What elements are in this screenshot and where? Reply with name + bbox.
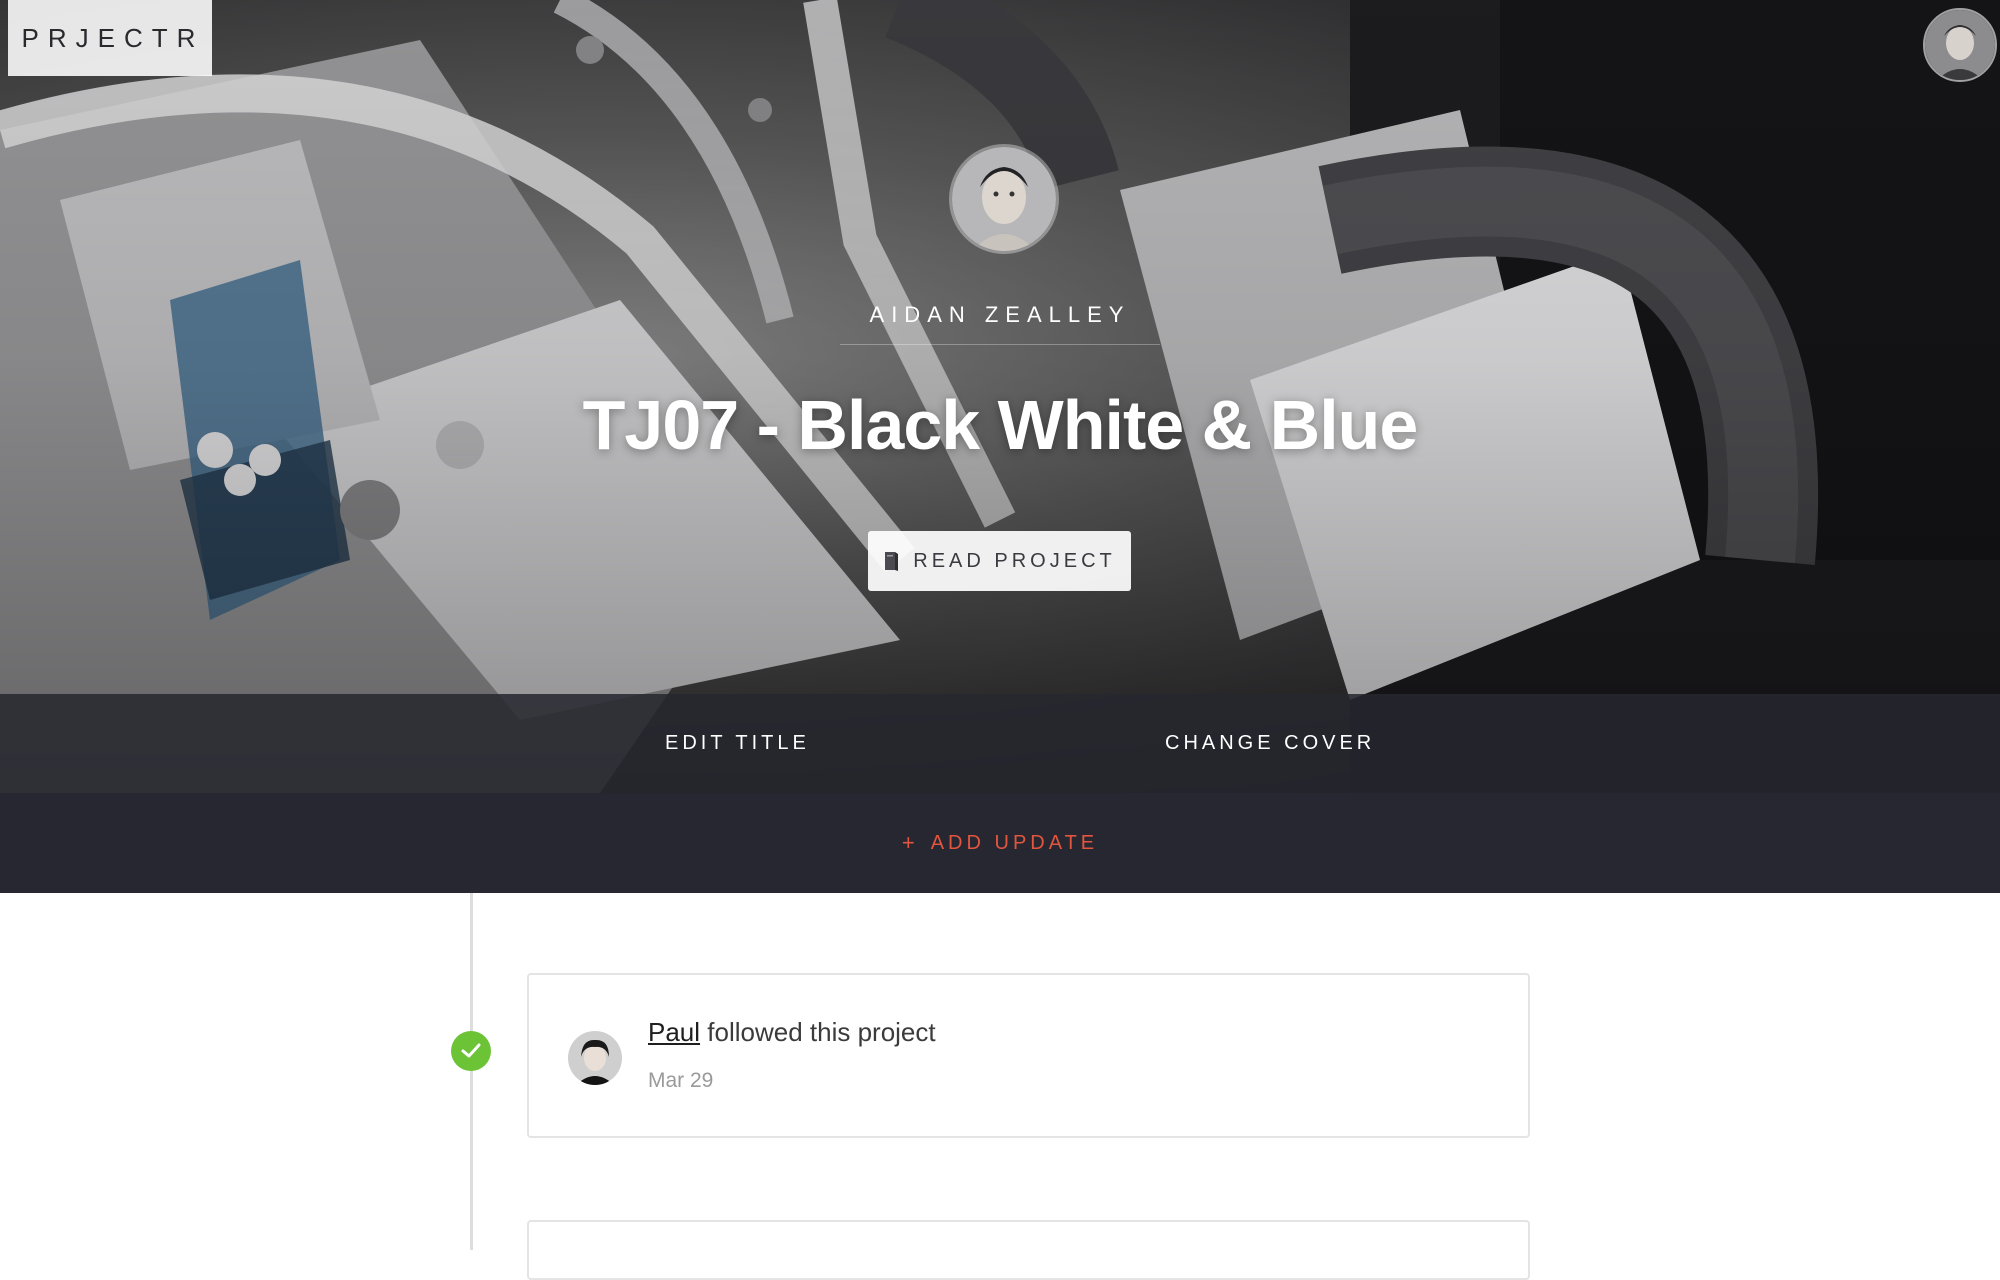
timeline-item-next — [527, 1220, 1530, 1280]
project-cover-hero: PRJECTR AIDAN ZEALLEY TJ07 - Black White… — [0, 0, 2000, 793]
book-icon — [885, 552, 899, 571]
read-project-label: READ PROJECT — [913, 549, 1116, 572]
plus-icon: + — [901, 830, 915, 855]
account-avatar-button[interactable] — [1923, 8, 1997, 82]
add-update-label: ADD UPDATE — [930, 831, 1099, 854]
checkmark-icon — [461, 1043, 481, 1058]
author-avatar-icon — [952, 147, 1056, 251]
follower-avatar[interactable] — [568, 1031, 622, 1085]
user-avatar-icon — [1925, 10, 1995, 80]
timeline-line — [470, 893, 473, 1250]
author-avatar[interactable] — [949, 144, 1059, 254]
activity-action: followed this project — [707, 1017, 936, 1047]
add-update-button[interactable]: + ADD UPDATE — [0, 793, 2000, 893]
edit-title-button[interactable]: EDIT TITLE — [665, 694, 810, 793]
change-cover-button[interactable]: CHANGE COVER — [1165, 694, 1375, 793]
timeline-status-dot — [451, 1031, 491, 1071]
activity-user-link[interactable]: Paul — [648, 1017, 700, 1047]
edit-toolbar: EDIT TITLE CHANGE COVER — [0, 694, 2000, 793]
author-name[interactable]: AIDAN ZEALLEY — [0, 302, 2000, 328]
logo-text: PRJECTR — [21, 22, 205, 53]
activity-text: Paul followed this project — [648, 1017, 936, 1048]
read-project-button[interactable]: READ PROJECT — [868, 531, 1131, 591]
follower-avatar-icon — [568, 1031, 622, 1085]
timeline-item: Paul followed this project Mar 29 — [527, 973, 1530, 1138]
brand-logo[interactable]: PRJECTR — [8, 0, 212, 76]
activity-date: Mar 29 — [648, 1069, 714, 1092]
project-title: TJ07 - Black White & Blue — [582, 386, 1419, 464]
author-divider — [840, 344, 1160, 345]
